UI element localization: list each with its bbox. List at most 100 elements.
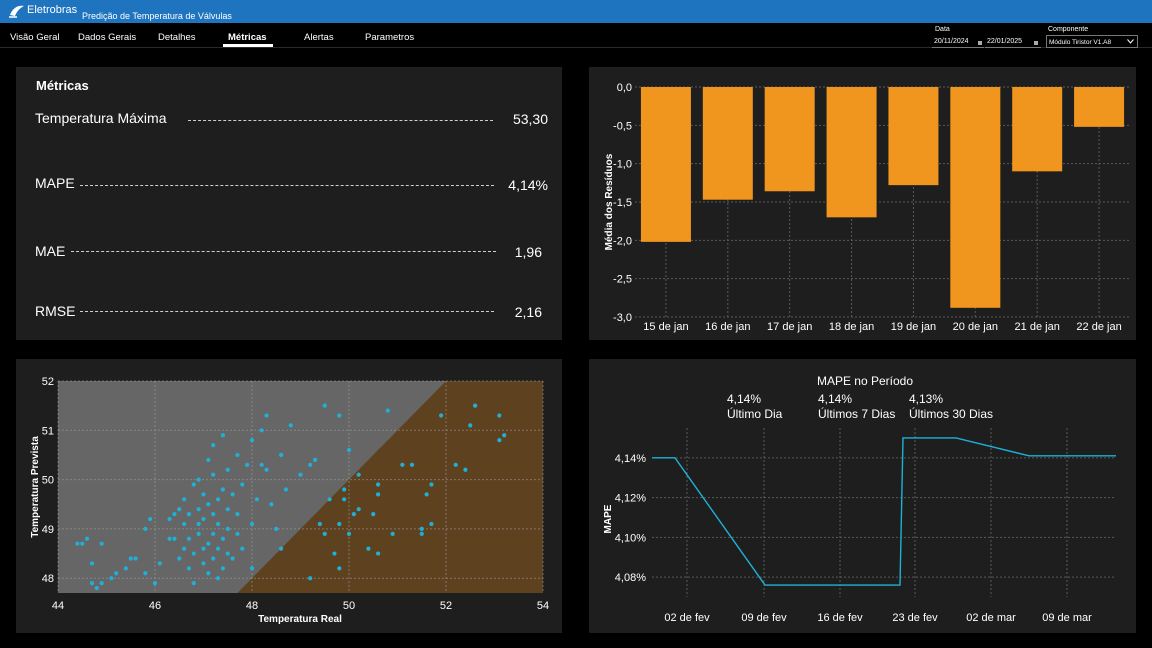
- metric-label-mae: MAE: [35, 243, 66, 259]
- scatter-point: [312, 457, 318, 462]
- scatter-point: [133, 556, 138, 561]
- scatter-point: [191, 482, 196, 487]
- scatter-point: [264, 467, 269, 472]
- y-tick-label: 50: [42, 475, 54, 487]
- x-tick-label: 52: [440, 600, 452, 612]
- x-tick-label: 48: [246, 600, 258, 612]
- scatter-point: [342, 497, 347, 502]
- scatter-point: [225, 467, 230, 472]
- scatter-point: [89, 581, 95, 586]
- eletrobras-logo-icon: [9, 5, 24, 18]
- scatter-point: [366, 546, 371, 551]
- y-axis-title: MAPE: [603, 504, 614, 533]
- x-tick-label: 09 de fev: [741, 612, 787, 624]
- scatter-point: [376, 492, 381, 497]
- kpi-value: 4,14%: [818, 392, 852, 406]
- date-start-value: 20/11/2024: [934, 38, 969, 45]
- app-title: Predição de Temperatura de Válvulas: [82, 11, 232, 21]
- kpi-label: Últimos 30 Dias: [909, 406, 993, 421]
- scatter-point: [317, 521, 322, 527]
- tab-parametros[interactable]: Parametros: [365, 32, 414, 43]
- scatter-point: [196, 521, 201, 527]
- x-tick-label: 16 de jan: [705, 321, 750, 333]
- scatter-point: [409, 462, 415, 467]
- scatter-point: [225, 551, 230, 556]
- x-tick-label: 50: [343, 600, 355, 612]
- scatter-point: [182, 497, 187, 502]
- y-tick-label: 4,10%: [615, 532, 646, 544]
- y-tick-label: 51: [42, 425, 54, 437]
- mape-line-chart: MAPE no Período4,14%Último Dia4,14%Últim…: [603, 374, 1116, 624]
- scatter-point: [245, 462, 250, 467]
- scatter-point: [186, 512, 192, 517]
- x-tick-label: 15 de jan: [643, 321, 688, 333]
- scatter-point: [308, 576, 313, 581]
- component-select[interactable]: Módulo Tiristor V1.A8: [1046, 35, 1138, 48]
- scatter-point: [177, 507, 182, 512]
- scatter-point: [177, 556, 182, 561]
- scatter-point: [308, 462, 313, 467]
- metric-label-rmse: RMSE: [35, 303, 76, 319]
- scatter-point: [288, 423, 293, 428]
- scatter-point: [327, 497, 332, 502]
- scatter-point: [235, 512, 240, 517]
- x-tick-label: 02 de mar: [966, 612, 1016, 624]
- scatter-point: [220, 566, 225, 571]
- bar-7: [1012, 87, 1063, 172]
- y-tick-label: -1,5: [613, 197, 632, 209]
- tab-visao-geral[interactable]: Visão Geral: [10, 32, 59, 43]
- mape-series-line: [652, 437, 1116, 586]
- scatter-point: [453, 462, 458, 467]
- scatter-point: [468, 423, 473, 428]
- y-tick-label: 49: [42, 524, 54, 536]
- bar-3: [764, 87, 815, 192]
- scatter-point: [346, 447, 352, 453]
- scatter-point: [249, 438, 255, 443]
- bar-1: [640, 87, 691, 242]
- date-end-field[interactable]: 22/01/2025: [985, 35, 1041, 48]
- tab-alertas[interactable]: Alertas: [304, 32, 334, 43]
- scatter-point: [182, 546, 187, 551]
- scatter-point: [89, 561, 95, 566]
- calendar-icon[interactable]: [1034, 41, 1038, 45]
- tab-dados-gerais[interactable]: Dados Gerais: [78, 32, 136, 43]
- component-value: Módulo Tiristor V1.A8: [1049, 39, 1112, 46]
- real-vs-predicted-scatter: 44 46 48 50 52 54 48 49 50 51 52 Temperatura Real Te…: [30, 376, 549, 625]
- scatter-point: [215, 576, 221, 581]
- scatter-point: [152, 581, 158, 586]
- scatter-point: [211, 512, 216, 517]
- scatter-point: [429, 521, 434, 527]
- residuals-bar-chart-panel: 0,0 -0,5 -1,0 -1,5 -2,0 -2,5 -3,0 15 de jan 16 d…: [589, 67, 1136, 340]
- scatter-point: [463, 467, 468, 472]
- tab-metricas[interactable]: Métricas: [228, 32, 267, 43]
- scatter-point: [172, 512, 177, 517]
- scatter-point: [211, 531, 216, 536]
- active-tab-indicator: [223, 44, 273, 47]
- scatter-point: [332, 551, 337, 556]
- metric-leader-line: [80, 311, 494, 312]
- x-tick-label: 46: [149, 600, 161, 612]
- scatter-point: [337, 413, 342, 418]
- scatter-point: [346, 531, 352, 536]
- scatter-point: [196, 531, 201, 536]
- scatter-point: [215, 521, 221, 527]
- calendar-icon[interactable]: [978, 41, 982, 45]
- scatter-point: [201, 516, 206, 522]
- scatter-point: [201, 561, 206, 566]
- scatter-point: [249, 566, 255, 571]
- scatter-point: [371, 512, 376, 517]
- scatter-point: [385, 408, 390, 413]
- scatter-point: [128, 556, 133, 561]
- scatter-chart-panel: 44 46 48 50 52 54 48 49 50 51 52 Temperatura Real Te…: [16, 359, 562, 633]
- tab-detalhes[interactable]: Detalhes: [158, 32, 196, 43]
- scatter-point: [259, 428, 264, 433]
- scatter-point: [99, 541, 104, 546]
- y-tick-label: 4,14%: [615, 453, 646, 465]
- scatter-point: [254, 497, 259, 502]
- scatter-point: [376, 551, 381, 556]
- scatter-point: [400, 462, 405, 467]
- kpi-label: Últimos 7 Dias: [818, 406, 895, 421]
- date-start-field[interactable]: 20/11/2024: [932, 35, 984, 48]
- scatter-point: [85, 536, 90, 541]
- chevron-down-icon: [1127, 39, 1134, 44]
